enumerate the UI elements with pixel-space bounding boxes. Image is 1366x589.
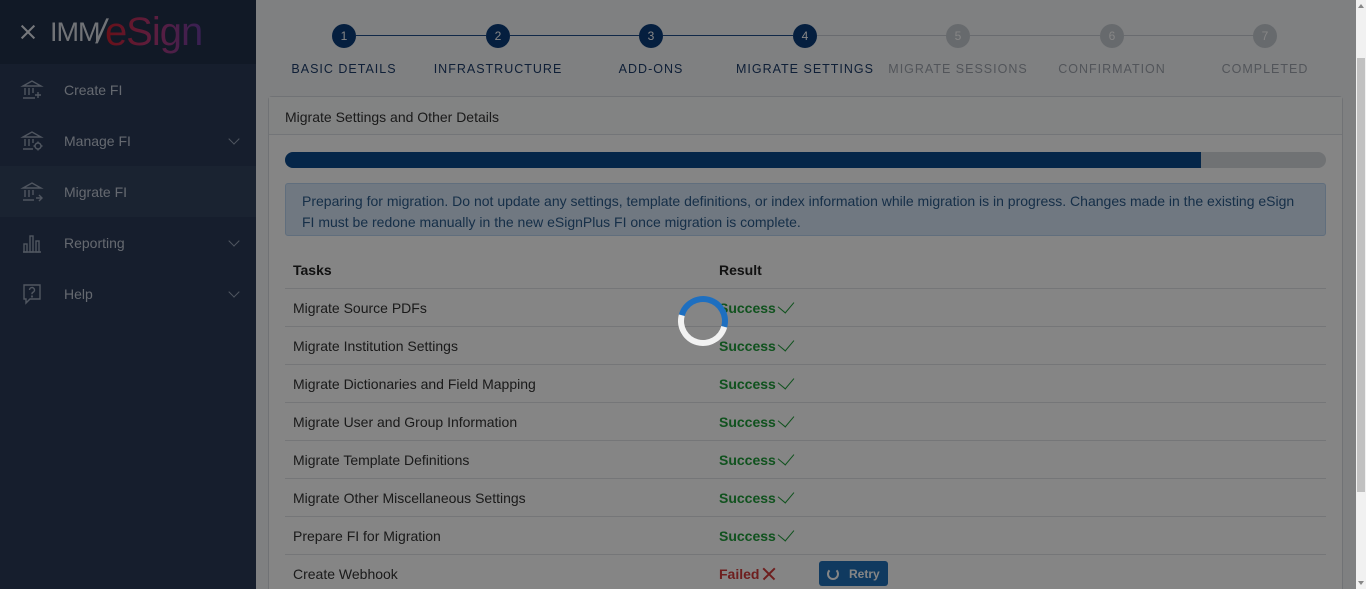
vertical-scrollbar[interactable]	[1356, 0, 1366, 589]
loading-overlay	[0, 0, 1356, 589]
scroll-up-arrow-icon[interactable]	[1358, 4, 1364, 8]
scroll-down-arrow-icon[interactable]	[1358, 581, 1364, 585]
loading-spinner-icon	[668, 286, 738, 356]
scroll-thumb[interactable]	[1357, 58, 1365, 492]
